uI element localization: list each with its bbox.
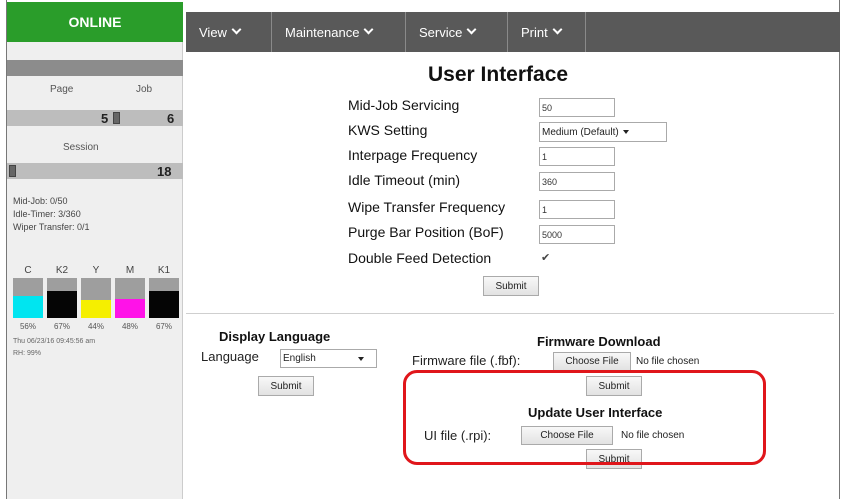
setting-label: KWS Setting [348,122,428,138]
nav-maintenance[interactable]: Maintenance [272,12,406,52]
ink-name: M [125,265,135,276]
ink-level-fill [149,291,179,318]
ink-cartridge [81,278,111,318]
ink-cartridge [115,278,145,318]
firmware-file-label: Firmware file (.fbf): [412,353,521,368]
ink-cartridge [47,278,77,318]
page-job-slider-handle[interactable] [113,112,120,124]
chevron-down-icon [466,24,477,35]
session-count: 18 [157,164,172,179]
ink-level-fill [47,291,77,318]
setting-label: Idle Timeout (min) [348,172,461,188]
display-language-title: Display Language [219,329,331,344]
dropdown-arrow-icon [622,130,629,134]
nav-view-label: View [199,24,227,40]
ink-cartridge [13,278,43,318]
settings-submit-button[interactable]: Submit [483,276,539,296]
setting-label: Wipe Transfer Frequency [348,199,506,215]
setting-label: Mid-Job Servicing [348,97,460,113]
language-value: English [283,353,316,364]
highlight-annotation [403,370,766,465]
nav-service[interactable]: Service [406,12,508,52]
kws-setting-select[interactable]: Medium (Default) [539,122,667,142]
purge-bar-position-input[interactable] [539,225,615,244]
double-feed-detection-checkbox[interactable]: ✔ [541,253,552,264]
session-slider-handle[interactable] [9,165,16,177]
language-select[interactable]: English [280,349,377,368]
online-status: ONLINE [7,2,183,42]
nav-print-label: Print [521,24,548,40]
page-label: Page [50,84,74,95]
ink-name: K2 [55,265,69,276]
session-label: Session [63,142,99,153]
ink-level-fill [115,299,145,318]
interpage-frequency-input[interactable] [539,147,615,166]
ink-percent: 67% [155,322,172,331]
nav-print[interactable]: Print [508,12,586,52]
nav-service-label: Service [419,24,463,40]
mid-job-stat: Mid-Job: 0/50 [13,196,68,206]
idle-timeout-input[interactable] [539,172,615,191]
wiper-transfer-stat: Wiper Transfer: 0/1 [13,222,90,232]
firmware-download-title: Firmware Download [537,334,661,349]
ink-cartridge [149,278,179,318]
firmware-no-file-text: No file chosen [636,356,700,367]
chevron-down-icon [364,24,374,35]
chevron-down-icon [552,24,563,35]
wipe-transfer-frequency-input[interactable] [539,200,615,219]
ink-level-fill [13,296,43,318]
top-nav: View Maintenance Service Print [186,12,840,52]
job-count: 6 [167,111,175,126]
section-divider [186,313,834,314]
ink-name: Y [92,265,100,276]
datetime: Thu 06/23/16 09:45:56 am [13,338,96,345]
page-title: User Interface [428,63,569,86]
language-submit-button[interactable]: Submit [258,376,314,396]
firmware-choose-file-button[interactable]: Choose File [553,352,631,371]
relative-humidity: RH: 99% [13,350,42,357]
nav-view[interactable]: View [186,12,272,52]
setting-label: Double Feed Detection [348,250,492,266]
setting-label: Interpage Frequency [348,147,478,163]
language-label: Language [201,349,259,364]
chevron-down-icon [231,24,242,35]
mid-job-servicing-input[interactable] [539,98,615,117]
ink-name: K1 [157,265,171,276]
status-sidebar: ONLINE Page Job 5 6 Session 18 Mid-Job: … [7,2,183,499]
job-label: Job [136,84,153,95]
dropdown-arrow-icon [357,356,364,361]
ink-level-fill [81,300,111,318]
setting-label: Purge Bar Position (BoF) [348,224,504,240]
kws-setting-value: Medium (Default) [542,126,619,138]
page-count: 5 [101,111,109,126]
ink-percent: 56% [19,322,36,331]
page-job-counter [7,110,183,126]
ink-percent: 44% [87,322,104,331]
nav-maintenance-label: Maintenance [285,24,360,40]
idle-timer-stat: Idle-Timer: 3/360 [13,209,81,219]
ink-percent: 48% [121,322,138,331]
sidebar-band [7,60,183,76]
ink-percent: 67% [53,322,70,331]
ink-name: C [24,265,32,276]
